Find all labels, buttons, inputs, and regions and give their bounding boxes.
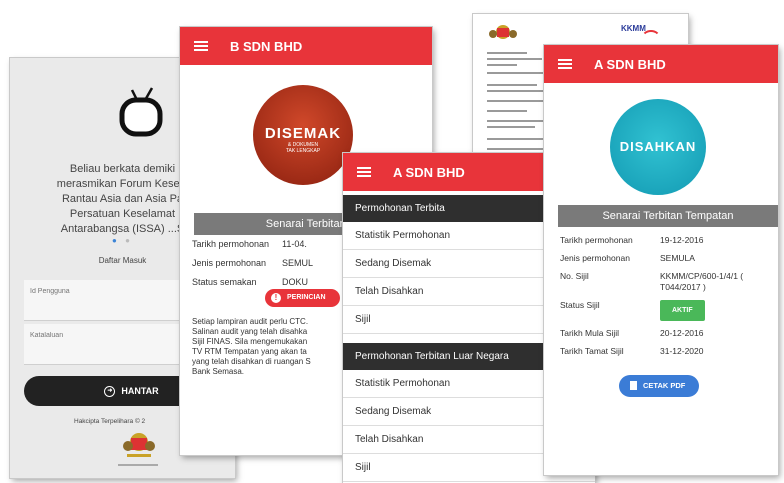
detail-label: Tarikh permohonan xyxy=(192,239,270,249)
text-line xyxy=(487,84,537,86)
badge-main-text: DISEMAK xyxy=(264,125,342,142)
file-icon xyxy=(630,381,637,390)
menu-icon[interactable] xyxy=(558,59,572,69)
print-pdf-label: CETAK PDF xyxy=(643,381,686,390)
app-bar-title: A SDN BHD xyxy=(594,56,666,72)
text-line xyxy=(487,72,547,74)
detail-row: Tarikh permohonan 11-04. xyxy=(192,239,313,250)
coat-of-arms-icon xyxy=(123,433,155,457)
text-line xyxy=(487,138,543,140)
detail-label: No. Sijil xyxy=(560,271,589,281)
status-badge: DISEMAK & DOKUMEN TAK LENGKAP xyxy=(253,85,353,185)
detail-value: 11-04. xyxy=(282,239,307,249)
a-company-detail-screen: A SDN BHD DISAHKAN Senarai Terbitan Temp… xyxy=(544,45,778,475)
details-button-label: PERINCIAN xyxy=(287,294,326,301)
copyright-text: Hakcipta Terpelihara © 2 xyxy=(74,418,146,425)
detail-value: 31-12-2020 xyxy=(660,346,704,356)
detail-row: Tarikh Tamat Sijil 31-12-2020 xyxy=(560,346,762,357)
app-bar: B SDN BHD xyxy=(180,27,432,65)
detail-label: Tarikh Tamat Sijil xyxy=(560,346,624,356)
arrow-right-icon: ➜ xyxy=(104,385,116,397)
detail-value: SEMULA xyxy=(660,253,695,263)
badge-sub-text: TAK LENGKAP xyxy=(285,148,321,154)
tv-logo-icon xyxy=(119,87,163,137)
info-icon: ! xyxy=(271,293,281,303)
active-status-badge: AKTIF xyxy=(660,300,705,321)
detail-value: KKMM/CP/600-1/4/1 ( T044/2017 ) xyxy=(660,271,744,292)
submit-label: HANTAR xyxy=(121,386,159,396)
text-line xyxy=(487,148,549,150)
text-line xyxy=(487,110,527,112)
text-line xyxy=(487,58,542,60)
detail-value: 19-12-2016 xyxy=(660,235,704,245)
crest-caption xyxy=(118,464,158,466)
text-line xyxy=(487,120,547,122)
text-line xyxy=(487,64,517,66)
menu-icon[interactable] xyxy=(194,41,208,51)
app-bar-title: B SDN BHD xyxy=(230,38,303,54)
detail-value: SEMUL xyxy=(282,258,314,268)
coat-of-arms-icon xyxy=(489,25,517,39)
detail-row: Jenis permohonan SEMUL xyxy=(192,258,313,269)
text-line xyxy=(487,126,535,128)
detail-row: Jenis permohonan SEMULA xyxy=(560,253,762,264)
detail-value: 20-12-2016 xyxy=(660,328,704,338)
status-badge: DISAHKAN xyxy=(610,99,706,195)
detail-row: Tarikh permohonan 19-12-2016 xyxy=(560,235,762,246)
badge-main-text: DISAHKAN xyxy=(619,139,697,154)
print-pdf-button[interactable]: CETAK PDF xyxy=(619,375,700,397)
text-line xyxy=(487,100,545,102)
ministry-logo: KKMM xyxy=(621,24,646,33)
details-button[interactable]: ! PERINCIAN xyxy=(265,289,340,307)
detail-label: Jenis permohonan xyxy=(560,253,630,263)
app-bar-title: A SDN BHD xyxy=(393,164,465,180)
app-bar: A SDN BHD xyxy=(544,45,778,83)
detail-label: Status Sijil xyxy=(560,300,600,310)
detail-row: Status Sijil AKTIF xyxy=(560,300,762,321)
text-line xyxy=(487,90,549,92)
detail-row: Tarikh Mula Sijil 20-12-2016 xyxy=(560,328,762,339)
section-header: Senarai Terbitan Tempatan xyxy=(558,205,778,227)
menu-icon[interactable] xyxy=(357,167,371,177)
detail-label: Jenis permohonan xyxy=(192,258,267,268)
detail-label: Tarikh Mula Sijil xyxy=(560,328,620,338)
detail-row: No. Sijil KKMM/CP/600-1/4/1 ( T044/2017 … xyxy=(560,271,762,293)
note-text: Setiap lampiran audit perlu CTC. Salinan… xyxy=(192,317,311,376)
details-list: Tarikh permohonan 19-12-2016 Jenis permo… xyxy=(560,235,762,364)
detail-label: Tarikh permohonan xyxy=(560,235,633,245)
text-line xyxy=(487,52,527,54)
